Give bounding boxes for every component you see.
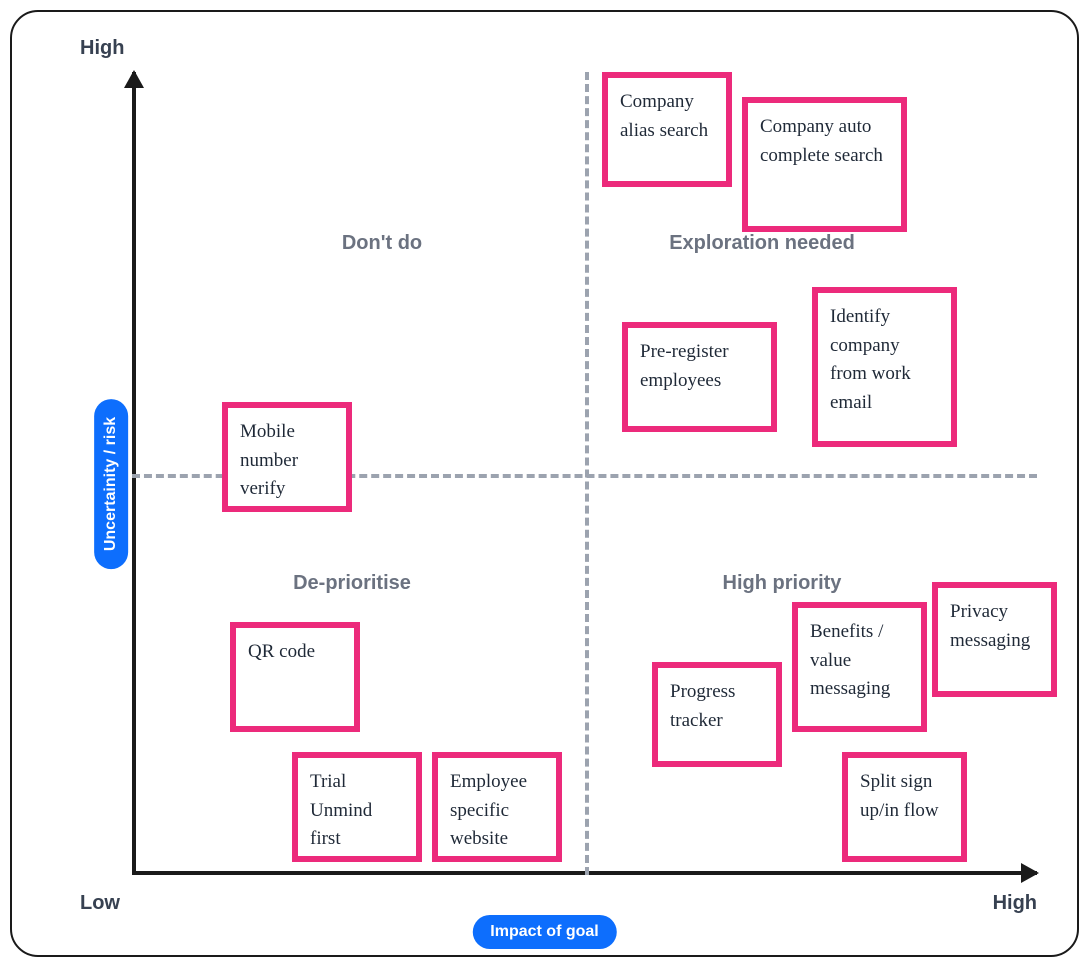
- item-box-label: Company alias search: [620, 88, 714, 145]
- item-box-label: Identify company from work email: [830, 303, 939, 417]
- item-box-label: QR code: [248, 638, 315, 667]
- item-box-label: Mobile number verify: [240, 418, 334, 504]
- axis-y-high-label: High: [80, 37, 124, 60]
- item-box-split-sign-flow: Split sign up/in flow: [842, 752, 967, 862]
- item-box-employee-website: Employee specific website: [432, 752, 562, 862]
- item-box-label: Trial Unmind first: [310, 768, 404, 854]
- item-box-benefits-messaging: Benefits / value messaging: [792, 602, 927, 732]
- quadrant-label-dont-do: Don't do: [272, 232, 492, 255]
- quadrant-label-high-priority: High priority: [672, 572, 892, 595]
- item-box-pre-register: Pre-register employees: [622, 322, 777, 432]
- priority-matrix-frame: High Low High Uncertainity / risk Impact…: [10, 10, 1079, 957]
- item-box-trial-unmind-first: Trial Unmind first: [292, 752, 422, 862]
- item-box-privacy-messaging: Privacy messaging: [932, 582, 1057, 697]
- item-box-company-alias: Company alias search: [602, 72, 732, 187]
- item-box-label: Split sign up/in flow: [860, 768, 949, 825]
- quadrant-label-exploration: Exploration needed: [652, 232, 872, 255]
- quadrant-label-deprioritise: De-prioritise: [242, 572, 462, 595]
- item-box-mobile-number-verify: Mobile number verify: [222, 402, 352, 512]
- item-box-identify-company: Identify company from work email: [812, 287, 957, 447]
- item-box-qr-code: QR code: [230, 622, 360, 732]
- axis-low-label: Low: [80, 892, 120, 915]
- axis-x-high-label: High: [993, 892, 1037, 915]
- item-box-label: Privacy messaging: [950, 598, 1039, 655]
- item-box-label: Progress tracker: [670, 678, 764, 735]
- item-box-label: Company auto complete search: [760, 113, 889, 170]
- axis-y-title-pill: Uncertainity / risk: [94, 398, 128, 568]
- chart-canvas: Don't do Exploration needed De-prioritis…: [132, 72, 1037, 875]
- item-box-progress-tracker: Progress tracker: [652, 662, 782, 767]
- item-box-label: Benefits / value messaging: [810, 618, 909, 704]
- item-box-label: Pre-register employees: [640, 338, 759, 395]
- item-box-label: Employee specific website: [450, 768, 544, 854]
- item-box-company-autocomplete: Company auto complete search: [742, 97, 907, 232]
- axis-x-title-pill: Impact of goal: [472, 915, 616, 949]
